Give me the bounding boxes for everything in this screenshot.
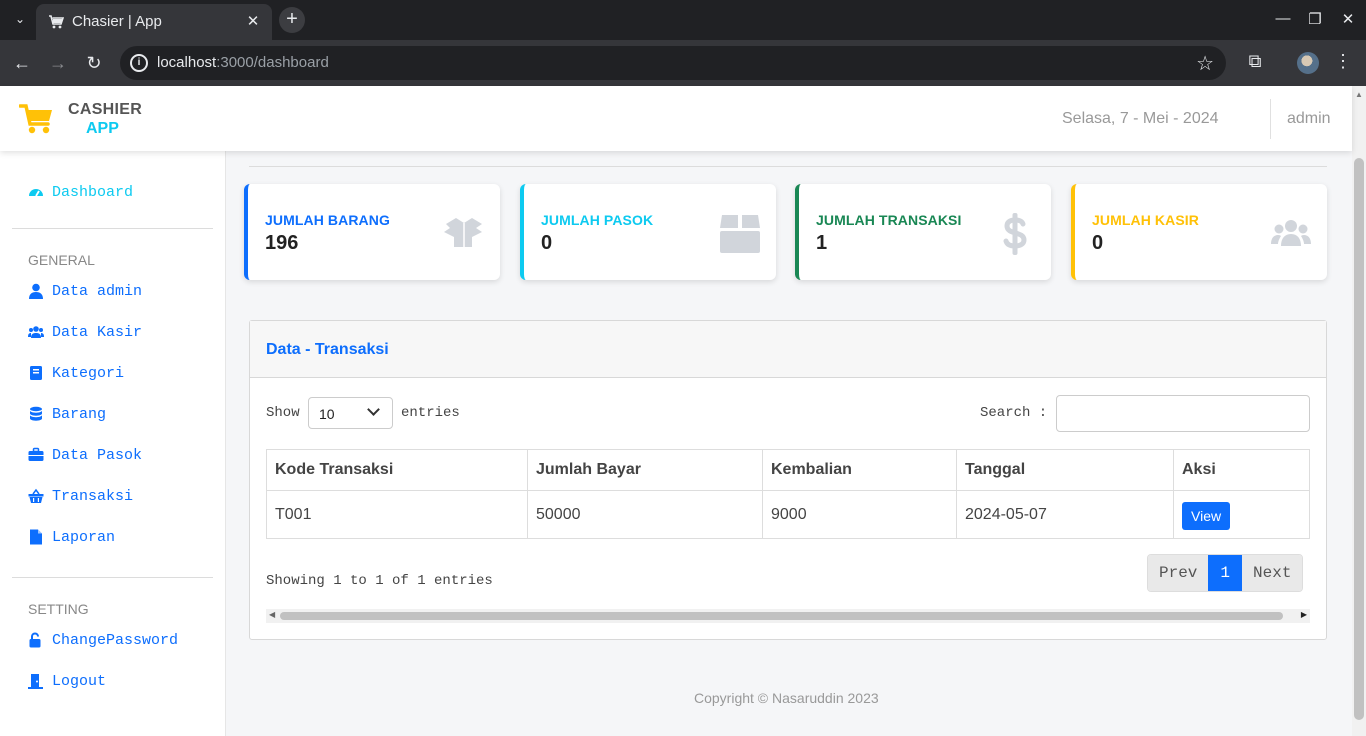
brand-subname: APP: [86, 120, 119, 137]
showing-info: Showing 1 to 1 of 1 entries: [266, 573, 493, 589]
transaksi-table: Kode Transaksi Jumlah Bayar Kembalian Ta…: [266, 449, 1310, 539]
users-icon: [28, 326, 44, 338]
minimize-icon[interactable]: —: [1273, 10, 1293, 27]
bookmark-star-icon[interactable]: ☆: [1196, 51, 1214, 76]
page-scrollbar[interactable]: ▲: [1352, 86, 1366, 736]
page-size-select[interactable]: 10: [308, 397, 393, 429]
stat-card-label: JUMLAH TRANSAKSI: [816, 212, 962, 228]
panel-title: Data - Transaksi: [266, 341, 389, 358]
restore-icon[interactable]: ❐: [1305, 10, 1325, 28]
entries-label: entries: [401, 405, 460, 421]
stat-card-transaksi: JUMLAH TRANSAKSI 1: [795, 184, 1051, 280]
box-open-icon: [444, 218, 482, 251]
door-exit-icon: [28, 674, 43, 689]
header-divider: [1270, 99, 1271, 139]
scroll-right-arrow-icon[interactable]: ▶: [1301, 610, 1307, 619]
users-icon: [1271, 220, 1311, 246]
basket-icon: [28, 488, 44, 503]
stat-card-value: 196: [265, 232, 299, 254]
cell-kode: T001: [266, 490, 528, 539]
brand-name: CASHIER: [68, 101, 143, 118]
page-1-button[interactable]: 1: [1208, 555, 1243, 591]
sidebar-heading-general: GENERAL: [28, 252, 95, 268]
transaksi-panel: Data - Transaksi Show 10 entries Search …: [249, 320, 1327, 640]
unlock-icon: [29, 632, 41, 648]
footer-copyright: Copyright © Nasaruddin 2023: [694, 690, 879, 706]
table-header-row: Kode Transaksi Jumlah Bayar Kembalian Ta…: [266, 449, 1310, 491]
search-input[interactable]: [1056, 395, 1310, 432]
stat-card-label: JUMLAH BARANG: [265, 212, 390, 228]
file-icon: [30, 529, 42, 545]
browser-toolbar: ← → ↻ i localhost:3000/dashboard ☆ ⧉ ⋮: [0, 40, 1366, 86]
back-icon[interactable]: ←: [10, 51, 34, 75]
col-kembalian[interactable]: Kembalian: [762, 449, 957, 491]
sidebar-divider: [12, 577, 213, 578]
chevron-down-icon: [367, 403, 380, 416]
sidebar-divider: [12, 228, 213, 229]
cell-kembalian: 9000: [762, 490, 957, 539]
reload-icon[interactable]: ↻: [82, 51, 106, 75]
sidebar: Dashboard GENERAL Data admin Data Kasir …: [0, 151, 226, 736]
cart-favicon-icon: [49, 15, 64, 29]
url-text[interactable]: localhost:3000/dashboard: [157, 54, 329, 71]
extensions-icon[interactable]: ⧉: [1243, 51, 1267, 72]
scroll-up-arrow-icon[interactable]: ▲: [1355, 90, 1363, 99]
app-header: CASHIER APP Selasa, 7 - Mei - 2024 admin: [0, 86, 1352, 151]
cell-bayar: 50000: [527, 490, 763, 539]
show-label: Show: [266, 405, 300, 421]
table-row: T001 50000 9000 2024-05-07 View: [266, 490, 1310, 539]
close-window-icon[interactable]: ✕: [1338, 10, 1358, 28]
col-jumlah-bayar[interactable]: Jumlah Bayar: [527, 449, 763, 491]
table-scrollbar[interactable]: ◀ ▶: [266, 609, 1310, 623]
browser-menu-icon[interactable]: ⋮: [1331, 51, 1355, 72]
address-bar[interactable]: i localhost:3000/dashboard ☆: [120, 46, 1226, 80]
content-divider: [249, 166, 1327, 167]
forward-icon[interactable]: →: [46, 51, 70, 75]
tab-search-chevron-icon[interactable]: ⌄: [11, 12, 29, 28]
view-button[interactable]: View: [1182, 501, 1231, 530]
table-scrollbar-thumb[interactable]: [280, 612, 1283, 620]
browser-tabbar: ⌄ Chasier | App ✕ + — ❐ ✕: [0, 0, 1366, 40]
pagination: Prev 1 Next: [1147, 554, 1304, 592]
profile-avatar[interactable]: [1297, 52, 1319, 74]
cell-aksi: View: [1173, 490, 1310, 539]
col-kode-transaksi[interactable]: Kode Transaksi: [266, 449, 528, 491]
stat-card-pasok: JUMLAH PASOK 0: [520, 184, 776, 280]
stat-card-barang: JUMLAH BARANG 196: [244, 184, 500, 280]
stat-card-value: 0: [541, 232, 553, 254]
box-icon: [720, 215, 760, 253]
stat-card-label: JUMLAH PASOK: [541, 212, 654, 228]
sidebar-heading-setting: SETTING: [28, 601, 89, 617]
stat-card-kasir: JUMLAH KASIR 0: [1071, 184, 1327, 280]
tab-close-icon[interactable]: ✕: [244, 12, 262, 30]
header-date: Selasa, 7 - Mei - 2024: [1062, 110, 1219, 127]
col-aksi: Aksi: [1173, 449, 1310, 491]
scroll-left-arrow-icon[interactable]: ◀: [269, 610, 275, 619]
database-icon: [30, 406, 42, 421]
browser-tab[interactable]: Chasier | App ✕: [36, 4, 272, 40]
next-button[interactable]: Next: [1242, 555, 1303, 591]
user-menu[interactable]: admin: [1287, 110, 1331, 128]
stat-card-label: JUMLAH KASIR: [1092, 212, 1199, 228]
tab-title: Chasier | App: [72, 13, 162, 30]
gauge-icon: [29, 189, 43, 197]
col-tanggal[interactable]: Tanggal: [956, 449, 1174, 491]
book-icon: [30, 366, 42, 380]
page-size-value: 10: [319, 406, 335, 422]
briefcase-icon: [28, 447, 44, 461]
site-info-icon[interactable]: i: [130, 54, 148, 72]
prev-button[interactable]: Prev: [1148, 555, 1209, 591]
stat-card-value: 0: [1092, 232, 1104, 254]
stat-card-value: 1: [816, 232, 828, 254]
new-tab-button[interactable]: +: [279, 7, 305, 33]
panel-header: Data - Transaksi: [250, 321, 1326, 378]
cell-tanggal: 2024-05-07: [956, 490, 1174, 539]
page-scrollbar-thumb[interactable]: [1354, 158, 1364, 720]
dollar-icon: [1003, 213, 1027, 255]
cart-logo-icon: [19, 104, 52, 134]
search-label: Search :: [980, 405, 1048, 421]
user-icon: [29, 283, 43, 299]
